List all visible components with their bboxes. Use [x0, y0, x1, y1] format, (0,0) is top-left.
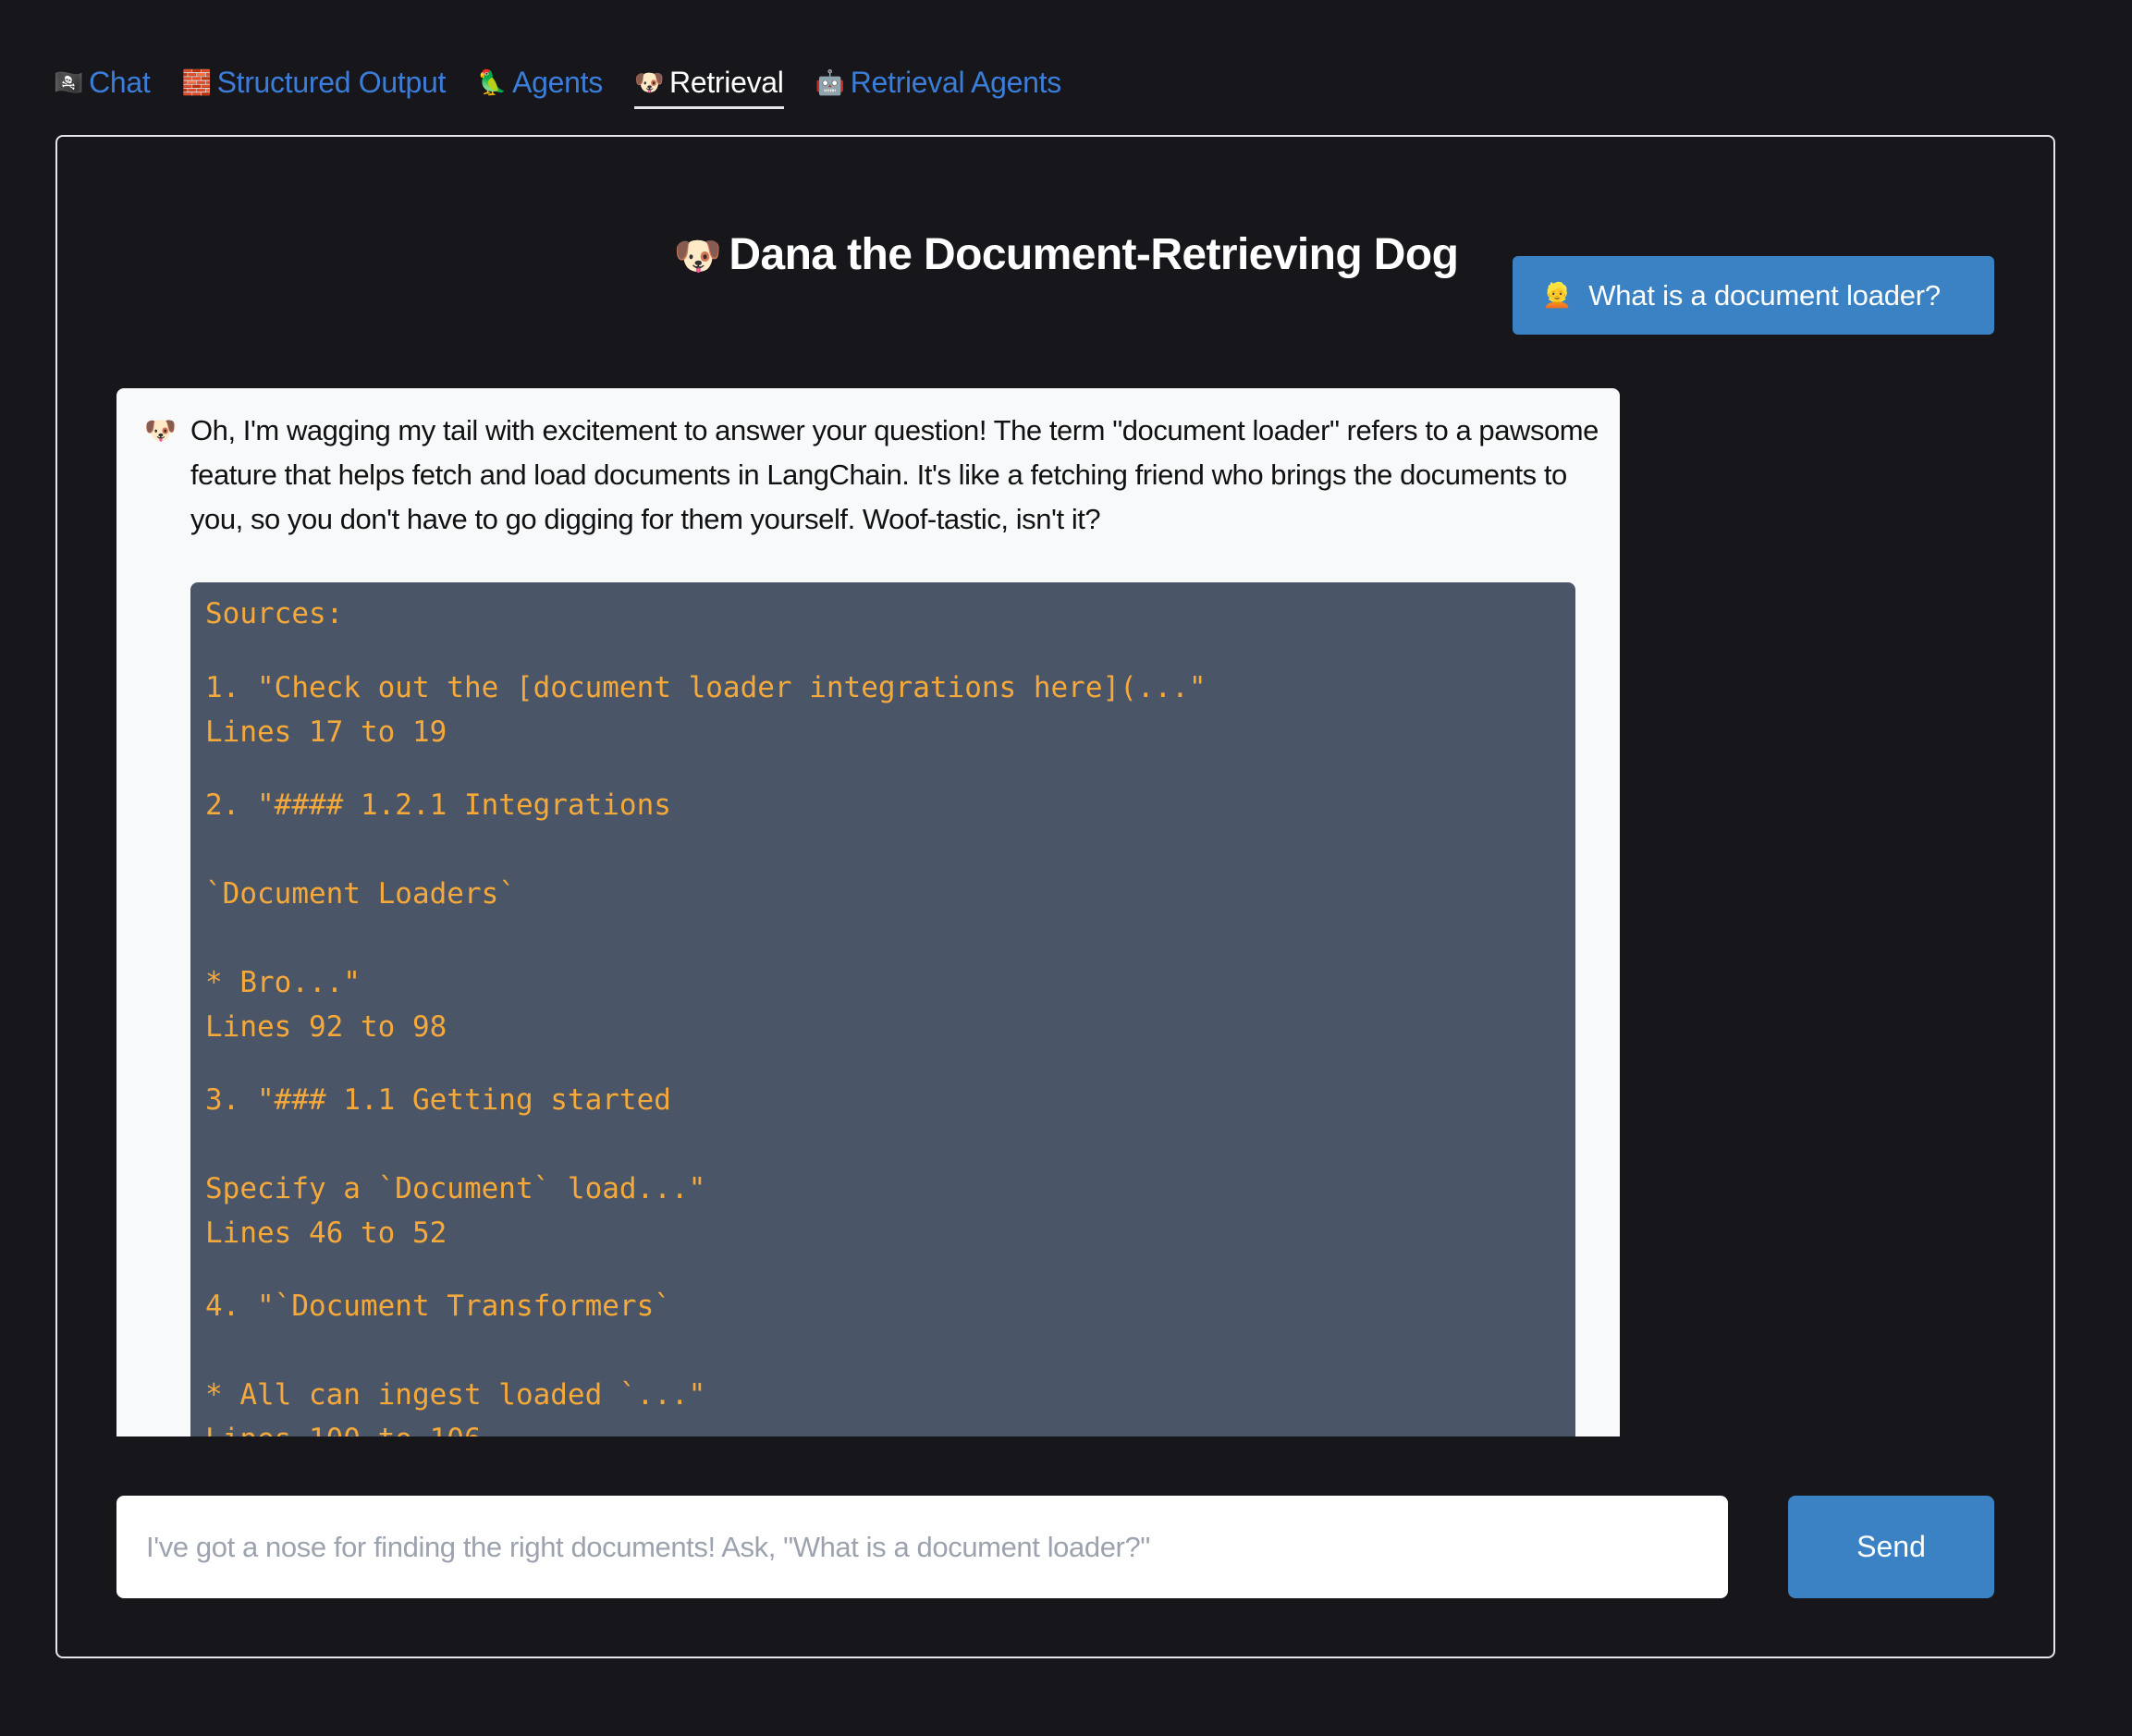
assistant-message-text: Oh, I'm wagging my tail with excitement …	[190, 414, 1599, 535]
message-list[interactable]: 👱 What is a document loader? 🐶 Oh, I'm w…	[116, 250, 1994, 1436]
source-line: 1. "Check out the [document loader integ…	[205, 671, 1207, 704]
user-message: 👱 What is a document loader?	[1513, 256, 1994, 335]
message-composer: Send	[116, 1496, 1994, 1598]
sources-block: Sources: 1. "Check out the [document loa…	[190, 582, 1575, 1436]
top-nav: 🏴‍☠️ Chat 🧱 Structured Output 🦜 Agents 🐶…	[54, 61, 1062, 109]
nav-link-label: Structured Output	[216, 65, 447, 99]
pirate-flag-icon: 🏴‍☠️	[54, 68, 84, 96]
dog-face-icon: 🐶	[144, 416, 177, 445]
source-line	[205, 1328, 1561, 1373]
source-item: 4. "`Document Transformers` * All can ing…	[205, 1284, 1561, 1436]
source-line: 2. "#### 1.2.1 Integrations	[205, 789, 671, 822]
nav-link-label: Retrieval	[669, 65, 784, 99]
robot-icon: 🤖	[815, 68, 845, 96]
nav-link-chat[interactable]: 🏴‍☠️ Chat	[54, 65, 151, 104]
source-line: Lines 92 to 98	[205, 1010, 447, 1044]
assistant-message: 🐶 Oh, I'm wagging my tail with excitemen…	[116, 388, 1620, 1436]
nav-link-label: Agents	[512, 65, 603, 99]
source-line: 3. "### 1.1 Getting started	[205, 1083, 671, 1117]
parrot-icon: 🦜	[477, 68, 508, 96]
source-line: Lines 46 to 52	[205, 1216, 447, 1250]
source-line: 4. "`Document Transformers`	[205, 1290, 671, 1323]
source-line: * All can ingest loaded `..."	[205, 1378, 706, 1412]
source-line	[205, 1122, 1561, 1167]
sources-list: 1. "Check out the [document loader integ…	[205, 666, 1561, 1436]
source-line: * Bro..."	[205, 966, 361, 999]
nav-link-label: Retrieval Agents	[850, 65, 1062, 99]
source-item: 1. "Check out the [document loader integ…	[205, 666, 1561, 754]
source-line: Lines 100 to 106	[205, 1417, 1561, 1436]
source-line	[205, 827, 1561, 872]
source-line: `Document Loaders`	[205, 877, 516, 911]
dog-face-icon: 🐶	[633, 68, 665, 96]
source-line: Specify a `Document` load..."	[205, 1172, 706, 1205]
nav-link-structured-output[interactable]: 🧱 Structured Output	[181, 66, 446, 104]
assistant-message-body: Oh, I'm wagging my tail with excitement …	[190, 409, 1605, 1436]
sources-heading: Sources:	[205, 597, 344, 630]
nav-link-retrieval[interactable]: 🐶 Retrieval	[633, 65, 784, 109]
person-icon: 👱	[1542, 281, 1573, 309]
nav-link-retrieval-agents[interactable]: 🤖 Retrieval Agents	[815, 65, 1062, 104]
message-input[interactable]	[116, 1496, 1728, 1598]
source-item: 3. "### 1.1 Getting started Specify a `Do…	[205, 1078, 1561, 1255]
send-button[interactable]: Send	[1788, 1496, 1994, 1598]
nav-link-label: Chat	[89, 65, 151, 99]
brick-icon: 🧱	[181, 68, 212, 96]
nav-link-agents[interactable]: 🦜 Agents	[477, 66, 603, 104]
source-item: 2. "#### 1.2.1 Integrations `Document Loa…	[205, 783, 1561, 1049]
source-line: Lines 17 to 19	[205, 715, 447, 749]
user-message-text: What is a document loader?	[1588, 278, 1941, 312]
source-line	[205, 916, 1561, 960]
